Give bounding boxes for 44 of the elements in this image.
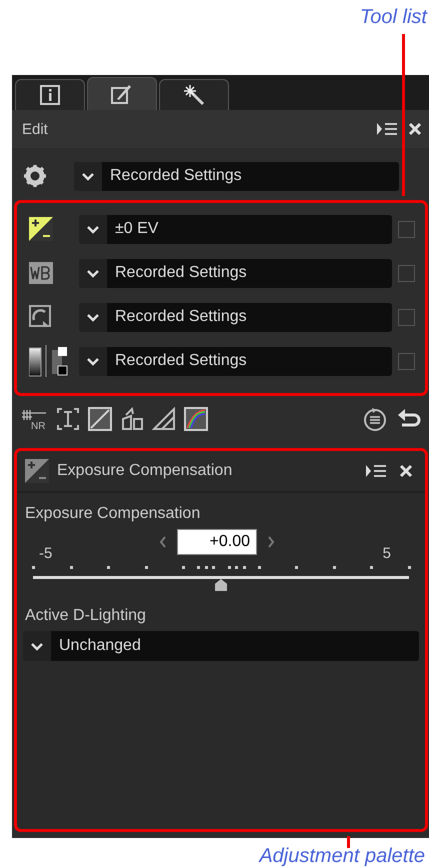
close-icon bbox=[408, 122, 422, 136]
palette-title: Exposure Compensation bbox=[57, 462, 234, 480]
straighten-icon[interactable] bbox=[152, 407, 176, 431]
adl-label: Active D-Lighting bbox=[24, 607, 147, 626]
min-label: -5 bbox=[39, 545, 52, 562]
caret-icon bbox=[87, 268, 99, 278]
tool-list-label: Tool list bbox=[360, 6, 427, 29]
caret-icon bbox=[87, 312, 99, 322]
settings-icon bbox=[24, 165, 46, 187]
settings-select[interactable]: Recorded Settings bbox=[74, 162, 399, 190]
levels-icon[interactable] bbox=[88, 407, 112, 431]
tool-checkbox[interactable] bbox=[398, 352, 415, 370]
panel-tab[interactable] bbox=[159, 79, 229, 110]
curves-icon[interactable] bbox=[184, 407, 208, 431]
value-field[interactable]: +0.00 bbox=[177, 529, 257, 555]
caret-icon bbox=[31, 642, 43, 650]
magic-wand-icon bbox=[183, 84, 205, 106]
exposure-icon bbox=[25, 459, 49, 483]
tool-select[interactable]: Recorded Settings bbox=[79, 302, 392, 332]
tool-select[interactable]: Recorded Settings bbox=[79, 346, 392, 376]
info-icon bbox=[40, 85, 60, 105]
tool-checkbox[interactable] bbox=[398, 308, 415, 326]
menu-icon bbox=[377, 122, 397, 136]
adjustment-palette-label: Adjustment palette bbox=[259, 845, 425, 868]
caret-icon bbox=[82, 172, 94, 180]
tool-select[interactable]: ±0 EV bbox=[79, 214, 392, 244]
panel-tab[interactable] bbox=[15, 79, 85, 110]
menu-icon bbox=[366, 464, 386, 478]
slider-thumb[interactable] bbox=[215, 579, 227, 591]
max-label: 5 bbox=[382, 545, 391, 562]
reset-list-icon[interactable] bbox=[362, 406, 388, 432]
perspective-icon[interactable] bbox=[120, 407, 144, 431]
edit-title: Edit bbox=[22, 120, 49, 138]
slider-label: Exposure Compensation bbox=[24, 504, 202, 524]
adl-select[interactable]: Unchanged bbox=[23, 631, 419, 661]
caret-icon bbox=[87, 356, 99, 366]
crop-icon[interactable] bbox=[56, 407, 80, 431]
caret-icon bbox=[87, 224, 99, 234]
brush-icon bbox=[111, 83, 133, 105]
tool-checkbox[interactable] bbox=[398, 264, 415, 282]
tool-checkbox[interactable] bbox=[398, 220, 415, 238]
panel-tab[interactable] bbox=[87, 77, 157, 110]
close-icon bbox=[399, 464, 413, 478]
tool-select[interactable]: Recorded Settings bbox=[79, 258, 392, 288]
